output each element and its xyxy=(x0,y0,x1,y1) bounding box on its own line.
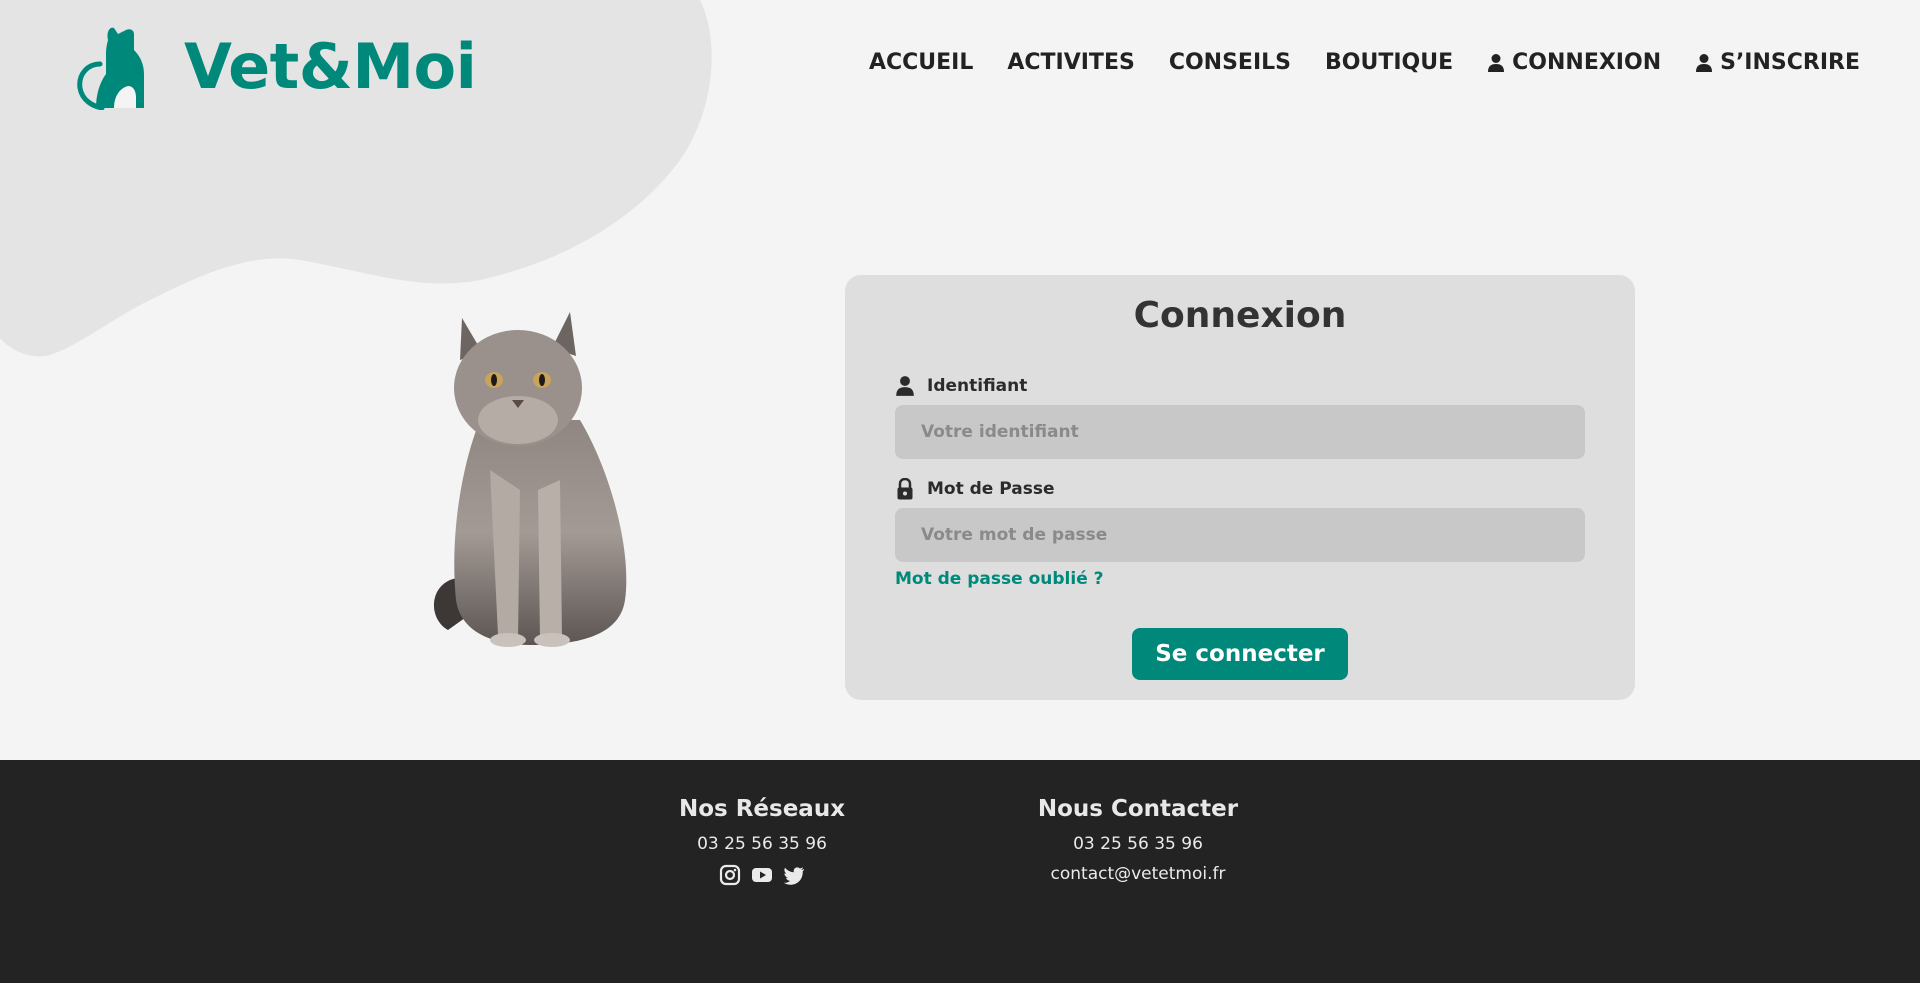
username-label: Identifiant xyxy=(895,375,1027,397)
login-button[interactable]: Se connecter xyxy=(1132,628,1348,680)
nav-item-boutique[interactable]: BOUTIQUE xyxy=(1325,50,1453,75)
nav-item-label: CONNEXION xyxy=(1512,50,1662,75)
cat-image xyxy=(434,312,627,647)
footer-contact-title: Nous Contacter xyxy=(1037,796,1239,822)
password-label: Mot de Passe xyxy=(895,478,1055,500)
footer-networks-title: Nos Réseaux xyxy=(678,796,846,822)
nav-item-label: CONSEILS xyxy=(1168,50,1292,75)
nav-item-label: ACTIVITES xyxy=(1007,50,1135,75)
user-icon xyxy=(1488,53,1505,72)
lock-icon xyxy=(897,478,913,500)
brand-logo[interactable]: Vet&Moi xyxy=(74,24,477,110)
twitter-link[interactable] xyxy=(783,864,805,886)
main-nav: ACCUEIL ACTIVITES CONSEILS BOUTIQUE CONN… xyxy=(835,50,1860,75)
user-icon xyxy=(1696,53,1713,72)
username-label-text: Identifiant xyxy=(927,376,1028,396)
user-icon xyxy=(896,376,914,396)
nav-item-conseils[interactable]: CONSEILS xyxy=(1169,50,1291,75)
nav-item-label: BOUTIQUE xyxy=(1325,50,1454,75)
instagram-link[interactable] xyxy=(719,864,741,886)
footer-networks-phone: 03 25 56 35 96 xyxy=(697,834,827,854)
password-label-text: Mot de Passe xyxy=(927,479,1055,499)
youtube-link[interactable] xyxy=(751,864,773,886)
footer-networks: Nos Réseaux 03 25 56 35 96 xyxy=(642,796,882,886)
footer-contact-phone[interactable]: 03 25 56 35 96 xyxy=(1018,834,1258,854)
password-input[interactable] xyxy=(895,508,1585,562)
forgot-password-link[interactable]: Mot de passe oublié ? xyxy=(895,569,1104,589)
login-title: Connexion xyxy=(1133,295,1347,336)
youtube-icon xyxy=(752,868,772,882)
twitter-icon xyxy=(783,867,804,885)
nav-item-inscrire[interactable]: S’INSCRIRE xyxy=(1695,50,1860,75)
footer-contact: Nous Contacter 03 25 56 35 96 contact@ve… xyxy=(1018,796,1258,884)
social-icons xyxy=(642,864,882,886)
username-input[interactable] xyxy=(895,405,1585,459)
cat-logo-icon xyxy=(77,27,144,110)
nav-item-label: ACCUEIL xyxy=(868,50,974,75)
login-card: Connexion Identifiant Mot de Passe Mot d… xyxy=(845,275,1635,700)
nav-item-activites[interactable]: ACTIVITES xyxy=(1007,50,1134,75)
nav-item-accueil[interactable]: ACCUEIL xyxy=(869,50,973,75)
brand-name: Vet&Moi xyxy=(184,30,477,103)
nav-item-label: S’INSCRIRE xyxy=(1720,50,1860,75)
nav-item-connexion[interactable]: CONNEXION xyxy=(1487,50,1661,75)
footer: Nos Réseaux 03 25 56 35 96 Nous Contacte… xyxy=(0,760,1920,983)
footer-contact-email[interactable]: contact@vetetmoi.fr xyxy=(1018,864,1258,884)
instagram-icon xyxy=(719,864,741,886)
